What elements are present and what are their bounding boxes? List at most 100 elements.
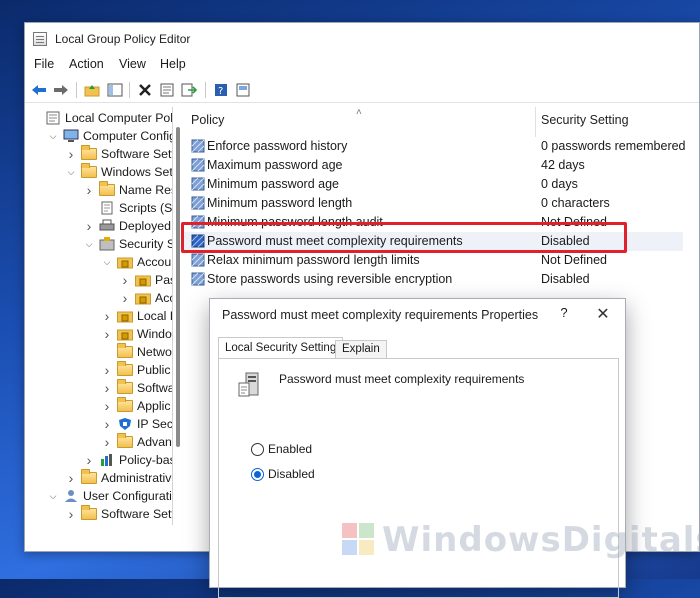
chevron-down-icon[interactable]: ⌵	[47, 130, 59, 142]
chevron-down-icon[interactable]: ⌵	[101, 256, 113, 268]
title-bar[interactable]: Local Group Policy Editor	[25, 23, 699, 55]
chevron-right-icon[interactable]: ›	[101, 308, 113, 324]
tree-item-label: Applic	[137, 399, 171, 413]
tree-item[interactable]: › Public	[101, 361, 171, 379]
policy-row[interactable]: Enforce password history 0 passwords reme…	[183, 137, 686, 156]
option-disabled[interactable]: Disabled	[251, 467, 315, 481]
policy-row[interactable]: Maximum password age 42 days	[183, 156, 683, 175]
tree-item-label: Local P	[137, 309, 172, 323]
folder-icon	[81, 469, 97, 484]
chevron-right-icon[interactable]: ›	[65, 470, 77, 486]
chevron-right-icon[interactable]: ›	[83, 182, 95, 198]
tree-item[interactable]: › Local P	[101, 307, 172, 325]
chevron-right-icon[interactable]: ›	[119, 272, 131, 288]
tree-item[interactable]: › Pas	[119, 271, 172, 289]
chevron-right-icon[interactable]: ›	[101, 434, 113, 450]
tree-item-label: Acc	[155, 291, 172, 305]
tree-item[interactable]: › Name Res	[83, 181, 172, 199]
tree-item[interactable]: Local Computer Polic	[29, 109, 172, 127]
dialog-help-button[interactable]: ?	[554, 305, 574, 325]
menu-help[interactable]: Help	[160, 57, 186, 71]
export-list-icon[interactable]	[179, 80, 199, 100]
menu-view[interactable]: View	[119, 57, 146, 71]
folder-icon	[117, 397, 133, 412]
tree-item[interactable]: ⌵ Security Se	[83, 235, 172, 253]
folder-icon	[81, 145, 97, 160]
chevron-right-icon[interactable]: ›	[101, 380, 113, 396]
chevron-right-icon[interactable]: ›	[101, 326, 113, 342]
show-hide-tree-icon[interactable]	[105, 80, 125, 100]
watermark: WindowsDigitals.com	[342, 520, 700, 560]
toolbar-separator	[129, 82, 130, 98]
tree-item[interactable]: Scripts (Sta	[83, 199, 172, 217]
tab-explain[interactable]: Explain	[335, 340, 387, 359]
tree-item[interactable]: › Software Setti	[65, 145, 172, 163]
forward-arrow-icon[interactable]	[51, 80, 71, 100]
dialog-title: Password must meet complexity requiremen…	[222, 308, 539, 322]
enabled-radio[interactable]	[251, 442, 264, 456]
tree-scroll-thumb[interactable]	[176, 127, 180, 447]
chevron-right-icon[interactable]: ›	[101, 398, 113, 414]
menu-action[interactable]: Action	[69, 57, 104, 71]
delete-icon[interactable]	[135, 80, 155, 100]
tree-item[interactable]: › Software Settin	[65, 505, 172, 523]
no-chevron	[29, 112, 41, 124]
policy-setting-value: 0 passwords remembered	[541, 139, 686, 153]
folder-icon	[117, 343, 133, 358]
security-settings-icon	[99, 237, 115, 251]
policy-name: Relax minimum password length limits	[207, 253, 420, 267]
tree-item[interactable]: Netwo	[101, 343, 172, 361]
disabled-radio[interactable]	[251, 467, 264, 481]
tree-item[interactable]: › Windo	[101, 325, 172, 343]
view-icon[interactable]	[233, 80, 253, 100]
tree-item[interactable]: ⌵ Accou	[101, 253, 172, 271]
user-icon	[63, 489, 79, 503]
tree-item-label: Advan	[137, 435, 172, 449]
tree-item-label: Software Settin	[101, 507, 172, 521]
policy-row[interactable]: Relax minimum password length limits Not …	[183, 251, 683, 270]
tree-item[interactable]: › Acc	[119, 289, 172, 307]
policy-name: Maximum password age	[207, 158, 343, 172]
policy-name: Minimum password length	[207, 196, 353, 210]
tree-item[interactable]: › Softwa	[101, 379, 172, 397]
tree-scrollbar[interactable]	[175, 107, 181, 525]
tab-local-security-setting[interactable]: Local Security Setting	[218, 337, 344, 359]
tree-item[interactable]: › Policy-bas	[83, 451, 172, 469]
chevron-down-icon[interactable]: ⌵	[47, 490, 59, 502]
up-folder-icon[interactable]	[82, 80, 102, 100]
column-header-security-setting[interactable]: Security Setting	[541, 113, 629, 135]
chevron-right-icon[interactable]: ›	[83, 218, 95, 234]
computer-policy-icon	[45, 111, 61, 125]
tree-item[interactable]: › Deployed	[83, 217, 171, 235]
tree-item[interactable]: ⌵ User Configuration	[47, 487, 172, 505]
policy-row[interactable]: Store passwords using reversible encrypt…	[183, 270, 683, 289]
menu-file[interactable]: File	[34, 57, 54, 71]
dialog-close-button[interactable]: ✕	[592, 304, 614, 326]
chevron-right-icon[interactable]: ›	[101, 362, 113, 378]
chevron-right-icon[interactable]: ›	[101, 416, 113, 432]
policy-row[interactable]: Minimum password age 0 days	[183, 175, 683, 194]
chevron-right-icon[interactable]: ›	[119, 290, 131, 306]
lock-folder-icon	[135, 273, 151, 287]
back-arrow-icon[interactable]	[29, 80, 49, 100]
tree-item[interactable]: › Administrative	[65, 469, 172, 487]
chevron-right-icon[interactable]: ›	[65, 146, 77, 162]
tree-item[interactable]: ⌵ Computer Config	[47, 127, 172, 145]
column-divider[interactable]	[535, 107, 536, 137]
chevron-down-icon[interactable]: ⌵	[65, 166, 77, 178]
tree-item[interactable]: › Advan	[101, 433, 172, 451]
lock-folder-icon	[117, 327, 133, 341]
chevron-right-icon[interactable]: ›	[65, 506, 77, 522]
column-header-policy[interactable]: Policy	[191, 113, 224, 135]
tree-item[interactable]: › Applic	[101, 397, 171, 415]
chevron-right-icon[interactable]: ›	[83, 452, 95, 468]
help-icon[interactable]: ?	[211, 80, 231, 100]
policy-setting-icon	[191, 177, 205, 191]
option-enabled[interactable]: Enabled	[251, 442, 312, 456]
properties-icon[interactable]	[157, 80, 177, 100]
tree-item[interactable]: ⌵ Windows Sett	[65, 163, 172, 181]
tree-item[interactable]: › IP Secu	[101, 415, 172, 433]
policy-row[interactable]: Minimum password length 0 characters	[183, 194, 683, 213]
policy-setting-value: Not Defined	[541, 253, 608, 267]
chevron-down-icon[interactable]: ⌵	[83, 238, 95, 250]
